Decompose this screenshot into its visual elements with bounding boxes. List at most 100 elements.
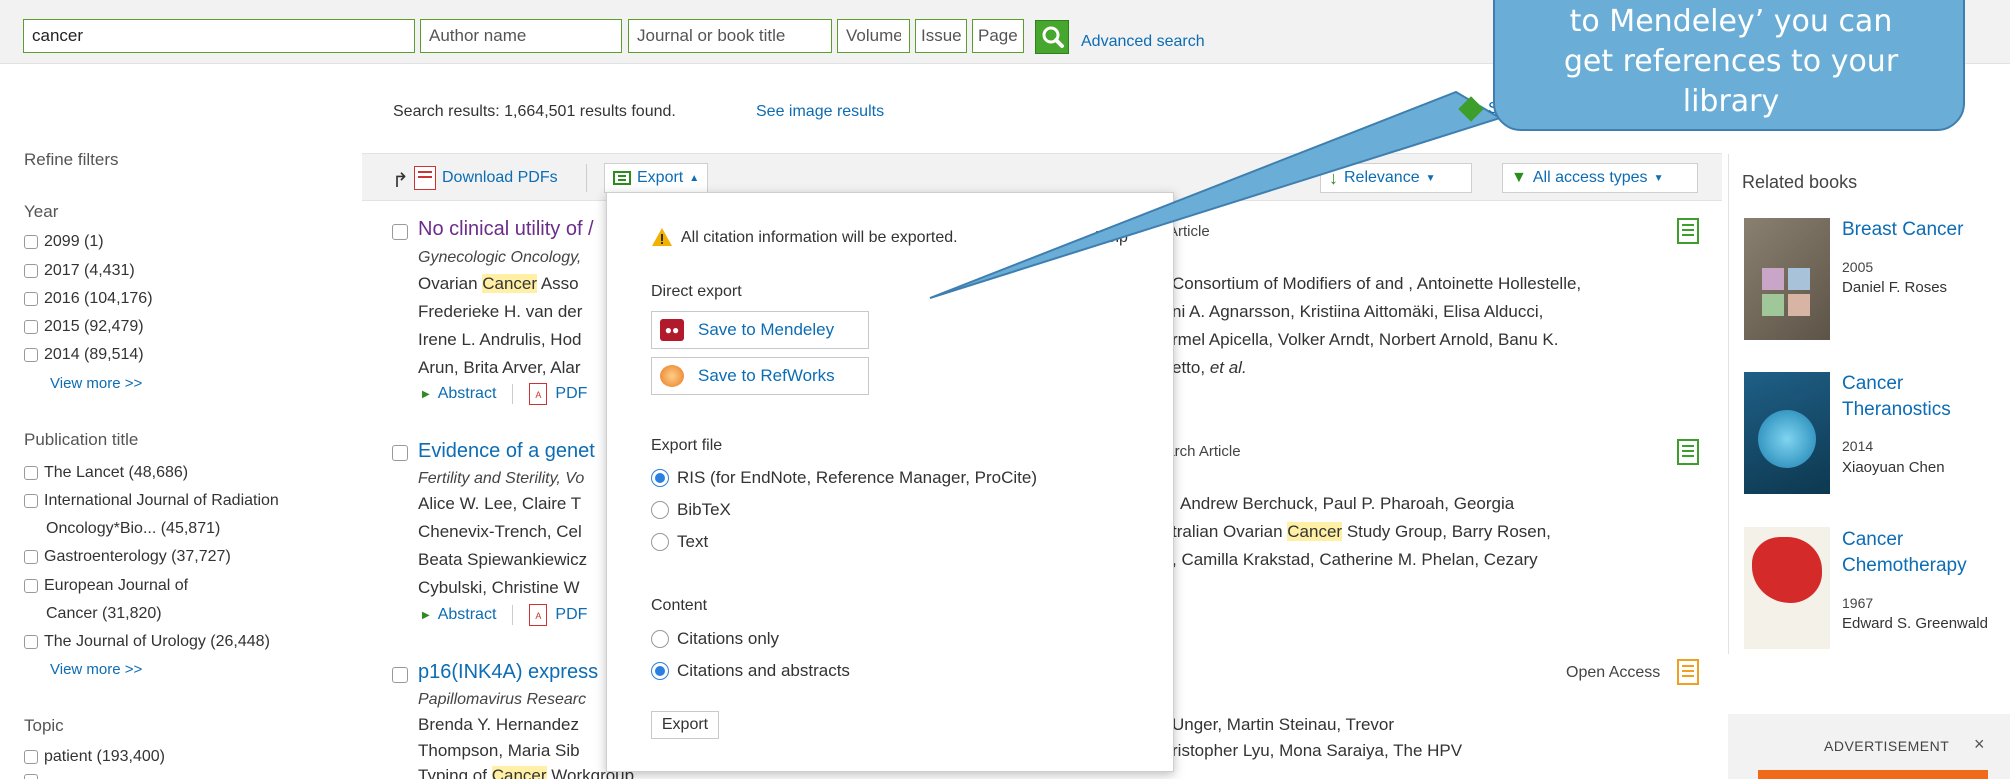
ad-banner[interactable] bbox=[1758, 770, 1988, 779]
save-to-mendeley-button[interactable]: ●● Save to Mendeley bbox=[651, 311, 869, 349]
ris-format-radio[interactable]: RIS (for EndNote, Reference Manager, Pro… bbox=[651, 468, 1037, 488]
result-source: Gynecologic Oncology, bbox=[418, 249, 582, 266]
abstract-link[interactable]: Abstract bbox=[438, 385, 497, 403]
preview-list-icon[interactable] bbox=[1677, 218, 1699, 244]
book-cover-cancer-theranostics[interactable] bbox=[1744, 372, 1830, 494]
image-results-link[interactable]: See image results bbox=[756, 103, 884, 121]
book-year: 2005 bbox=[1842, 259, 1874, 275]
result-authors-line: Thompson, Maria Sib bbox=[418, 741, 580, 760]
export-button[interactable]: Export ▲ bbox=[604, 163, 709, 193]
publication-filter-item[interactable]: The Journal of Urology (26,448) bbox=[24, 633, 270, 651]
book-cover-breast-cancer[interactable] bbox=[1744, 218, 1830, 340]
year-filter-item[interactable]: 2015 (92,479) bbox=[24, 318, 144, 336]
result-source: Papillomavirus Researc bbox=[418, 691, 587, 708]
search-terms-input[interactable] bbox=[23, 19, 415, 53]
result-title[interactable]: p16(INK4A) express bbox=[418, 661, 598, 684]
checkbox[interactable] bbox=[24, 348, 38, 362]
result-authors-line: Irene L. Andrulis, Hod bbox=[418, 330, 582, 349]
year-view-more-link[interactable]: View more >> bbox=[50, 375, 142, 392]
publication-heading: Publication title bbox=[24, 430, 139, 449]
download-pdfs-button[interactable]: Download PDFs bbox=[442, 169, 558, 187]
topic-filter-item[interactable]: patient (193,400) bbox=[24, 748, 165, 766]
refworks-icon bbox=[660, 365, 684, 387]
publication-view-more-link[interactable]: View more >> bbox=[50, 661, 142, 678]
result-authors-line: , Camilla Krakstad, Catherine M. Phelan,… bbox=[1172, 550, 1538, 569]
export-submit-button[interactable]: Export bbox=[651, 711, 719, 739]
expand-triangle-icon: ▶ bbox=[422, 388, 430, 400]
result-title[interactable]: Evidence of a genet bbox=[418, 440, 595, 463]
year-filter-item[interactable]: 2014 (89,514) bbox=[24, 346, 144, 364]
preview-list-icon[interactable] bbox=[1677, 439, 1699, 465]
mendeley-icon: ●● bbox=[660, 319, 684, 341]
divider bbox=[512, 605, 514, 625]
year-filter-item[interactable]: 2099 (1) bbox=[24, 233, 104, 251]
pdf-link[interactable]: PDF bbox=[555, 606, 587, 624]
result-authors-line: etto, et al. bbox=[1172, 358, 1247, 377]
book-cover-cancer-chemotherapy[interactable] bbox=[1744, 527, 1830, 649]
citations-abstracts-radio[interactable]: Citations and abstracts bbox=[651, 661, 850, 681]
checkbox[interactable] bbox=[24, 635, 38, 649]
radio-unselected[interactable] bbox=[651, 501, 669, 519]
result-authors-line: Alice W. Lee, Claire T bbox=[418, 494, 582, 513]
caret-down-icon: ▼ bbox=[1653, 172, 1664, 184]
book-title[interactable]: Cancer bbox=[1842, 371, 1903, 397]
publication-filter-item-cont: Cancer (31,820) bbox=[46, 605, 162, 622]
book-year: 2014 bbox=[1842, 438, 1874, 454]
direct-export-heading: Direct export bbox=[651, 283, 742, 300]
checkbox[interactable] bbox=[24, 494, 38, 508]
result-checkbox[interactable] bbox=[392, 224, 408, 240]
preview-list-icon[interactable] bbox=[1677, 659, 1699, 685]
warning-icon bbox=[651, 227, 673, 247]
results-count: Search results: 1,664,501 results found. bbox=[393, 103, 676, 120]
book-title[interactable]: Breast Cancer bbox=[1842, 217, 1963, 243]
related-books-heading: Related books bbox=[1742, 172, 1858, 192]
result-source: Fertility and Sterility, Vo bbox=[418, 470, 585, 487]
checkbox[interactable] bbox=[24, 579, 38, 593]
book-title[interactable]: Theranostics bbox=[1842, 397, 1951, 423]
checkbox[interactable] bbox=[24, 550, 38, 564]
pdf-icon: A bbox=[529, 383, 548, 405]
book-title[interactable]: Chemotherapy bbox=[1842, 553, 1967, 579]
callout-annotation: to Mendeley’ you can get references to y… bbox=[1493, 0, 1965, 131]
checkbox[interactable] bbox=[24, 264, 38, 278]
advertisement-label: ADVERTISEMENT bbox=[1824, 738, 1950, 754]
result-checkbox[interactable] bbox=[392, 667, 408, 683]
result-authors-line: Brenda Y. Hernandez bbox=[418, 715, 579, 734]
bulk-select-arrow-icon[interactable]: ↱ bbox=[392, 168, 409, 193]
topic-heading: Topic bbox=[24, 716, 64, 735]
checkbox[interactable] bbox=[24, 466, 38, 480]
radio-selected[interactable] bbox=[651, 469, 669, 487]
result-authors-line: Cybulski, Christine W bbox=[418, 578, 580, 597]
ad-close-icon[interactable]: × bbox=[1974, 734, 1985, 755]
abstract-link[interactable]: Abstract bbox=[438, 606, 497, 624]
journal-input[interactable] bbox=[628, 19, 832, 53]
advertisement-panel: ADVERTISEMENT × bbox=[1728, 714, 2010, 779]
publication-filter-item[interactable]: International Journal of Radiation bbox=[24, 492, 279, 510]
pdf-link[interactable]: PDF bbox=[555, 385, 587, 403]
publication-filter-item[interactable]: The Lancet (48,686) bbox=[24, 464, 188, 482]
book-author: Daniel F. Roses bbox=[1842, 279, 1948, 296]
checkbox[interactable] bbox=[24, 750, 38, 764]
citations-only-radio[interactable]: Citations only bbox=[651, 629, 779, 649]
checkbox[interactable] bbox=[24, 235, 38, 249]
year-filter-item[interactable]: 2017 (4,431) bbox=[24, 262, 135, 280]
radio-unselected[interactable] bbox=[651, 533, 669, 551]
radio-selected[interactable] bbox=[651, 662, 669, 680]
publication-filter-item[interactable]: Gastroenterology (37,727) bbox=[24, 548, 231, 566]
checkbox[interactable] bbox=[24, 320, 38, 334]
radio-unselected[interactable] bbox=[651, 630, 669, 648]
pdf-icon: A bbox=[529, 604, 548, 626]
year-filter-item[interactable]: 2016 (104,176) bbox=[24, 290, 153, 308]
book-author: Xiaoyuan Chen bbox=[1842, 459, 1945, 476]
checkbox[interactable] bbox=[24, 292, 38, 306]
save-to-refworks-button[interactable]: Save to RefWorks bbox=[651, 357, 869, 395]
result-checkbox[interactable] bbox=[392, 445, 408, 461]
result-title[interactable]: No clinical utility of / bbox=[418, 218, 594, 241]
author-input[interactable] bbox=[420, 19, 622, 53]
checkbox[interactable] bbox=[24, 774, 38, 779]
publication-filter-item[interactable]: European Journal of bbox=[24, 577, 188, 595]
book-title[interactable]: Cancer bbox=[1842, 527, 1903, 553]
book-year: 1967 bbox=[1842, 595, 1874, 611]
bibtex-format-radio[interactable]: BibTeX bbox=[651, 500, 731, 520]
text-format-radio[interactable]: Text bbox=[651, 532, 708, 552]
